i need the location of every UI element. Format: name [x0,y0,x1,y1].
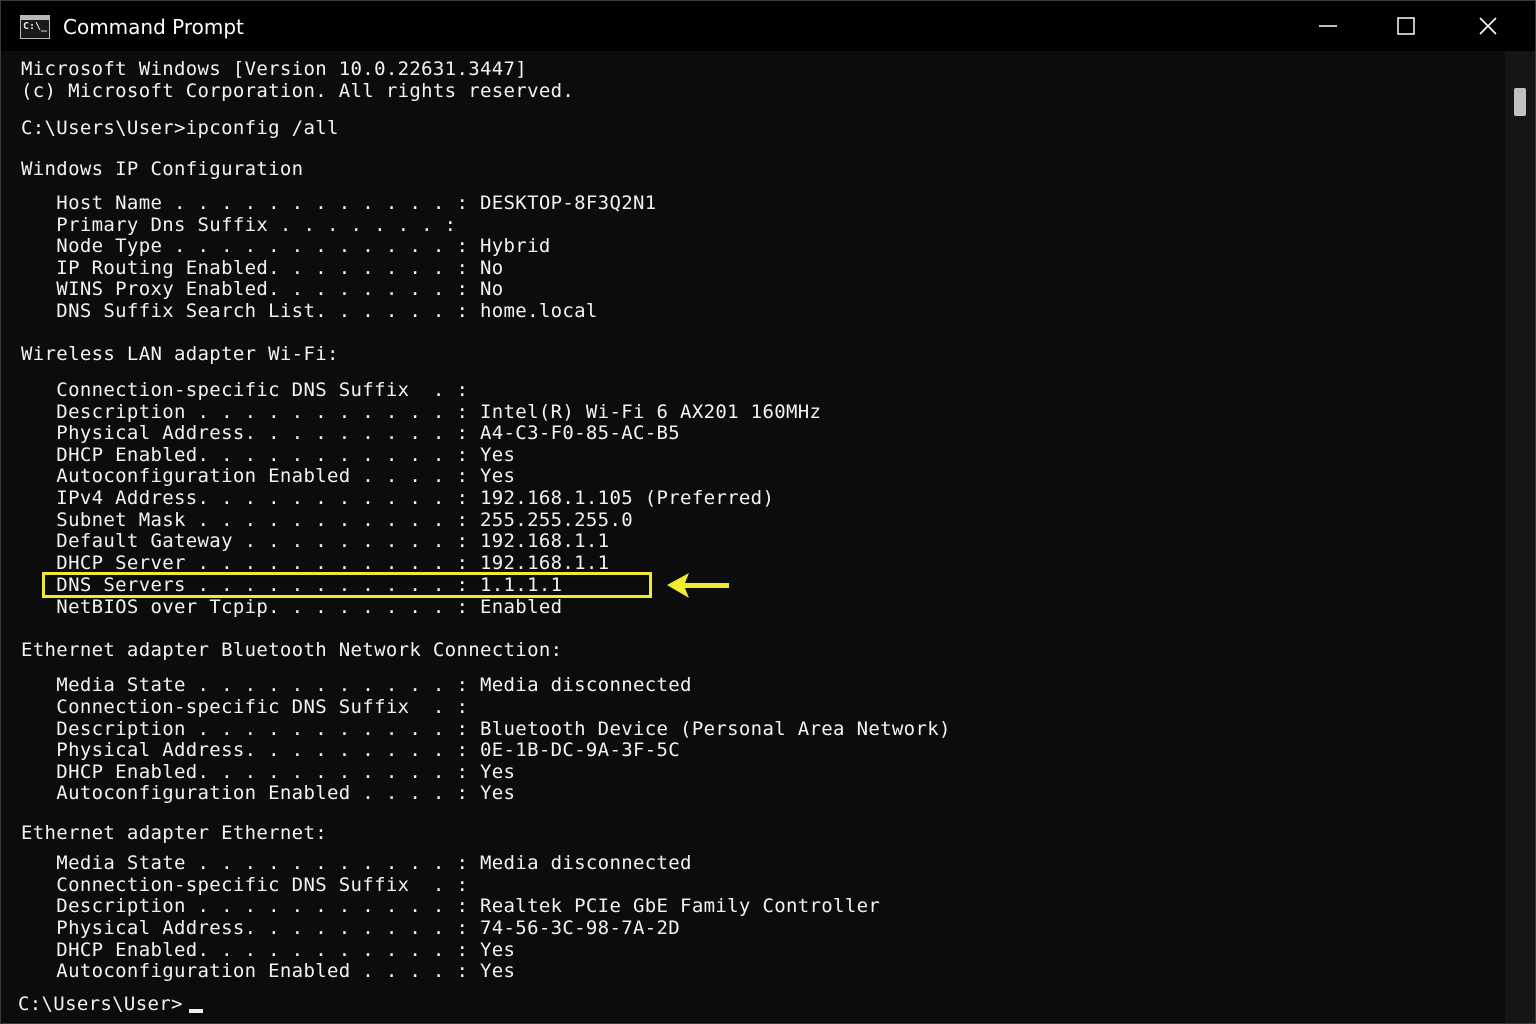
console-line: Physical Address. . . . . . . . . : A4-C… [21,422,681,444]
minimize-icon [1319,25,1337,27]
console-line: Autoconfiguration Enabled . . . . : Yes [21,782,516,804]
close-button[interactable] [1449,1,1527,51]
console-line: Autoconfiguration Enabled . . . . : Yes [21,465,516,487]
command-prompt-window: C:\_ Command Prompt Microsoft Windows [V… [0,0,1536,1024]
console-line: Connection-specific DNS Suffix . : [21,874,469,896]
maximize-icon [1397,17,1415,35]
minimize-button[interactable] [1289,1,1367,51]
console-output[interactable]: Microsoft Windows [Version 10.0.22631.34… [1,51,1505,1023]
console-line: Physical Address. . . . . . . . . : 74-5… [21,917,681,939]
close-icon [1479,17,1497,35]
title-bar[interactable]: C:\_ Command Prompt [1,1,1535,51]
maximize-button[interactable] [1367,1,1445,51]
console-line: Windows IP Configuration [21,158,304,180]
console-line: Primary Dns Suffix . . . . . . . : [21,214,457,236]
arrow-left-icon [667,573,729,598]
console-line: DHCP Enabled. . . . . . . . . . . : Yes [21,444,516,466]
console-line: NetBIOS over Tcpip. . . . . . . . : Enab… [21,596,563,618]
console-line: Connection-specific DNS Suffix . : [21,379,469,401]
console-line: C:\Users\User>ipconfig /all [21,117,339,139]
text-cursor [189,1009,203,1013]
cmd-icon-text: C:\_ [23,21,48,32]
console-line: Description . . . . . . . . . . . : Inte… [21,401,822,423]
console-line: (c) Microsoft Corporation. All rights re… [21,80,575,102]
console-line: WINS Proxy Enabled. . . . . . . . : No [21,278,504,300]
console-line: IP Routing Enabled. . . . . . . . : No [21,257,504,279]
console-line: Node Type . . . . . . . . . . . . : Hybr… [21,235,551,257]
console-line: Connection-specific DNS Suffix . : [21,696,469,718]
console-line: Description . . . . . . . . . . . : Blue… [21,718,951,740]
console-line: DHCP Enabled. . . . . . . . . . . : Yes [21,939,516,961]
console-line: Wireless LAN adapter Wi-Fi: [21,343,339,365]
window-title: Command Prompt [63,15,244,39]
console-line: Microsoft Windows [Version 10.0.22631.34… [21,58,528,80]
console-line: Default Gateway . . . . . . . . . : 192.… [21,530,610,552]
console-line: Ethernet adapter Ethernet: [21,822,327,844]
cmd-icon: C:\_ [20,15,50,39]
console-line: Subnet Mask . . . . . . . . . . . : 255.… [21,509,633,531]
command-prompt-line[interactable]: C:\Users\User> [18,993,183,1015]
console-line: DHCP Enabled. . . . . . . . . . . : Yes [21,761,516,783]
console-line: DNS Suffix Search List. . . . . . : home… [21,300,598,322]
console-line: Ethernet adapter Bluetooth Network Conne… [21,639,563,661]
console-line: Autoconfiguration Enabled . . . . : Yes [21,960,516,982]
console-line: DHCP Server . . . . . . . . . . . : 192.… [21,552,610,574]
dns-servers-highlight-box [42,572,652,598]
console-line: IPv4 Address. . . . . . . . . . . : 192.… [21,487,775,509]
scrollbar-thumb[interactable] [1514,88,1526,116]
console-line: Media State . . . . . . . . . . . : Medi… [21,852,692,874]
console-line: Media State . . . . . . . . . . . : Medi… [21,674,692,696]
console-line: Description . . . . . . . . . . . : Real… [21,895,881,917]
console-line: Physical Address. . . . . . . . . : 0E-1… [21,739,681,761]
vertical-scrollbar[interactable] [1505,51,1535,1023]
console-line: Host Name . . . . . . . . . . . . : DESK… [21,192,657,214]
